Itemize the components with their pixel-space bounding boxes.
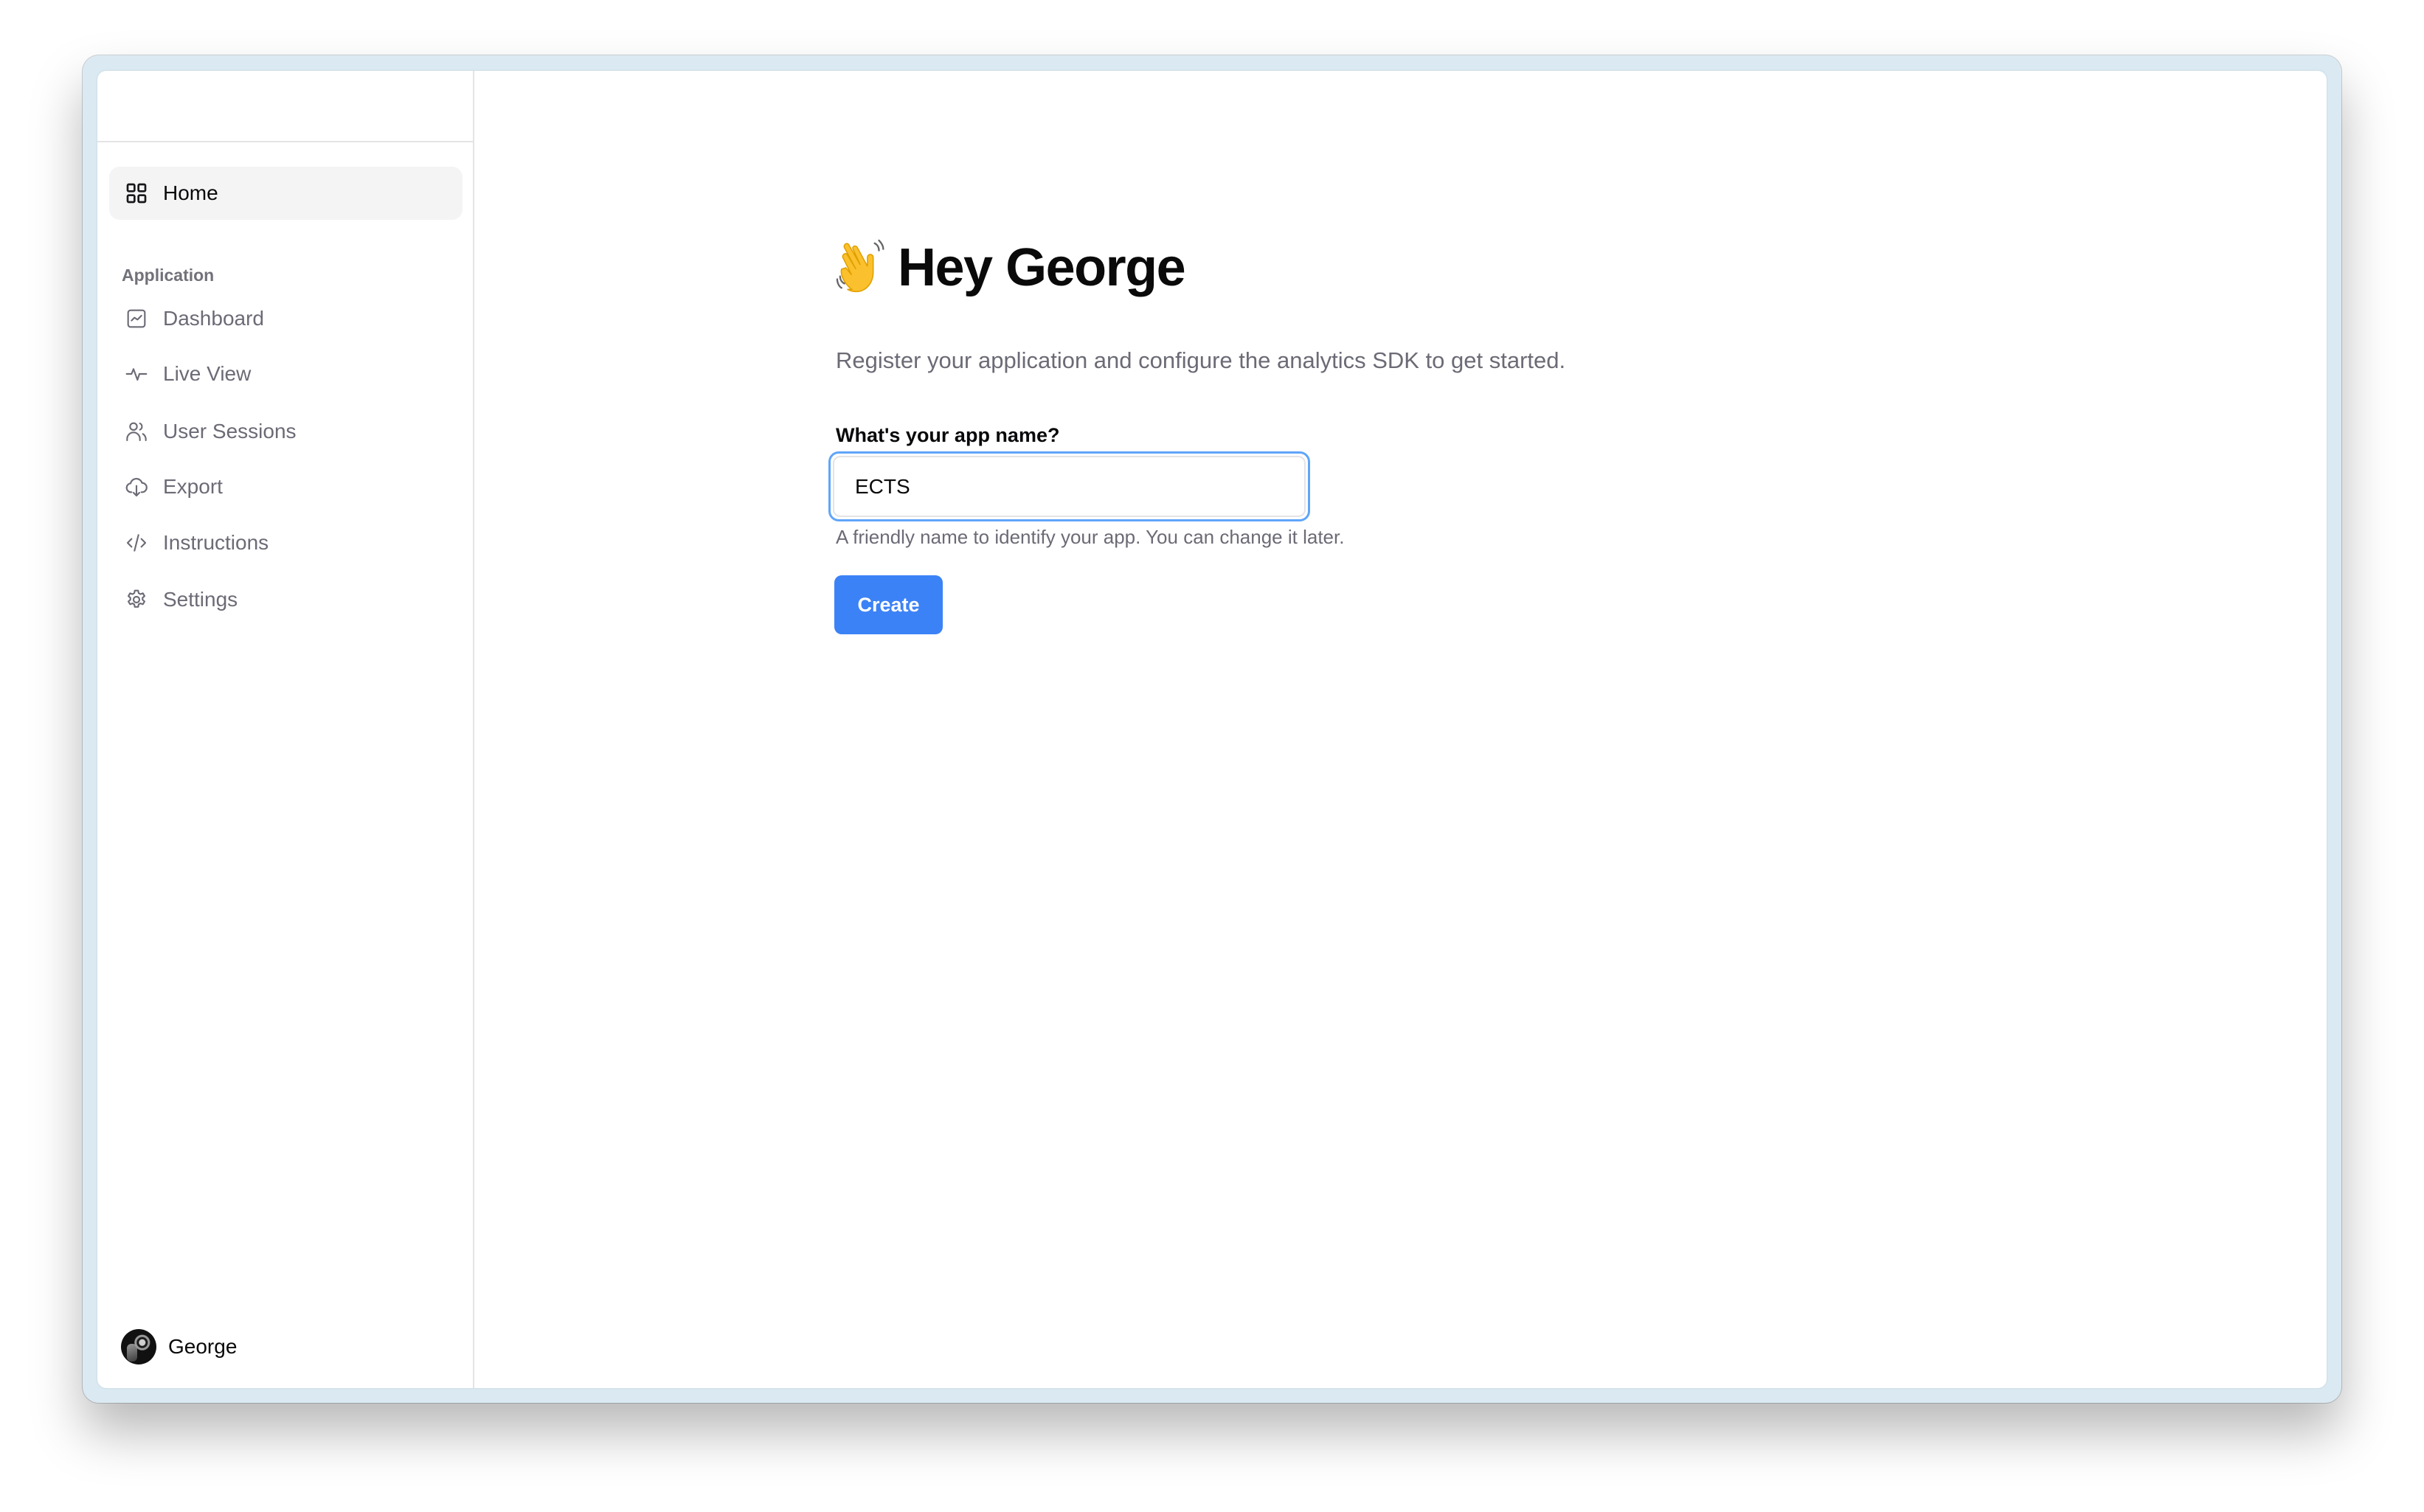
- app-name-label: What's your app name?: [836, 424, 1060, 446]
- section-label-application: Application: [122, 266, 215, 285]
- create-button[interactable]: Create: [834, 575, 943, 634]
- app-window-frame: Home Application Dashboard Live View Use…: [83, 55, 2341, 1403]
- sidebar-item-label: Live View: [163, 362, 252, 385]
- sidebar-item-label: Dashboard: [163, 307, 264, 330]
- app-name-helper-text: A friendly name to identify your app. Yo…: [836, 526, 1345, 548]
- app-name-input[interactable]: [833, 456, 1306, 517]
- sidebar-item-instructions[interactable]: Instructions: [109, 516, 463, 569]
- chart-icon: [125, 307, 148, 330]
- sidebar-item-label: User Sessions: [163, 420, 297, 443]
- avatar: [121, 1329, 156, 1364]
- cloud-download-icon: [125, 475, 148, 499]
- sidebar-item-dashboard[interactable]: Dashboard: [109, 292, 463, 345]
- sidebar-item-live-view[interactable]: Live View: [109, 347, 463, 400]
- sidebar-item-user-sessions[interactable]: User Sessions: [109, 405, 463, 458]
- sidebar-item-label: Home: [163, 181, 218, 204]
- main-content: Hey George Register your application and…: [474, 71, 2327, 1388]
- sidebar-header: [97, 71, 473, 142]
- app-window: Home Application Dashboard Live View Use…: [97, 71, 2327, 1388]
- sidebar-item-export[interactable]: Export: [109, 460, 463, 513]
- app-name-field-focus-ring: [828, 451, 1310, 521]
- sidebar-item-label: Settings: [163, 588, 238, 611]
- sidebar-item-settings[interactable]: Settings: [109, 573, 463, 626]
- page-title: Hey George: [898, 238, 1186, 297]
- sidebar-item-home[interactable]: Home: [109, 167, 463, 220]
- sidebar-item-label: Export: [163, 475, 223, 498]
- user-name: George: [168, 1335, 238, 1358]
- gear-icon: [125, 588, 148, 611]
- code-icon: [125, 531, 148, 555]
- sidebar: Home Application Dashboard Live View Use…: [97, 71, 474, 1388]
- sidebar-item-label: Instructions: [163, 531, 269, 554]
- waving-hand-icon: [836, 239, 884, 293]
- page-subtitle: Register your application and configure …: [836, 347, 1566, 373]
- activity-icon: [125, 362, 148, 386]
- greeting: Hey George: [836, 235, 1186, 301]
- user-menu[interactable]: George: [121, 1329, 237, 1364]
- grid-icon: [125, 181, 148, 205]
- users-icon: [125, 420, 148, 443]
